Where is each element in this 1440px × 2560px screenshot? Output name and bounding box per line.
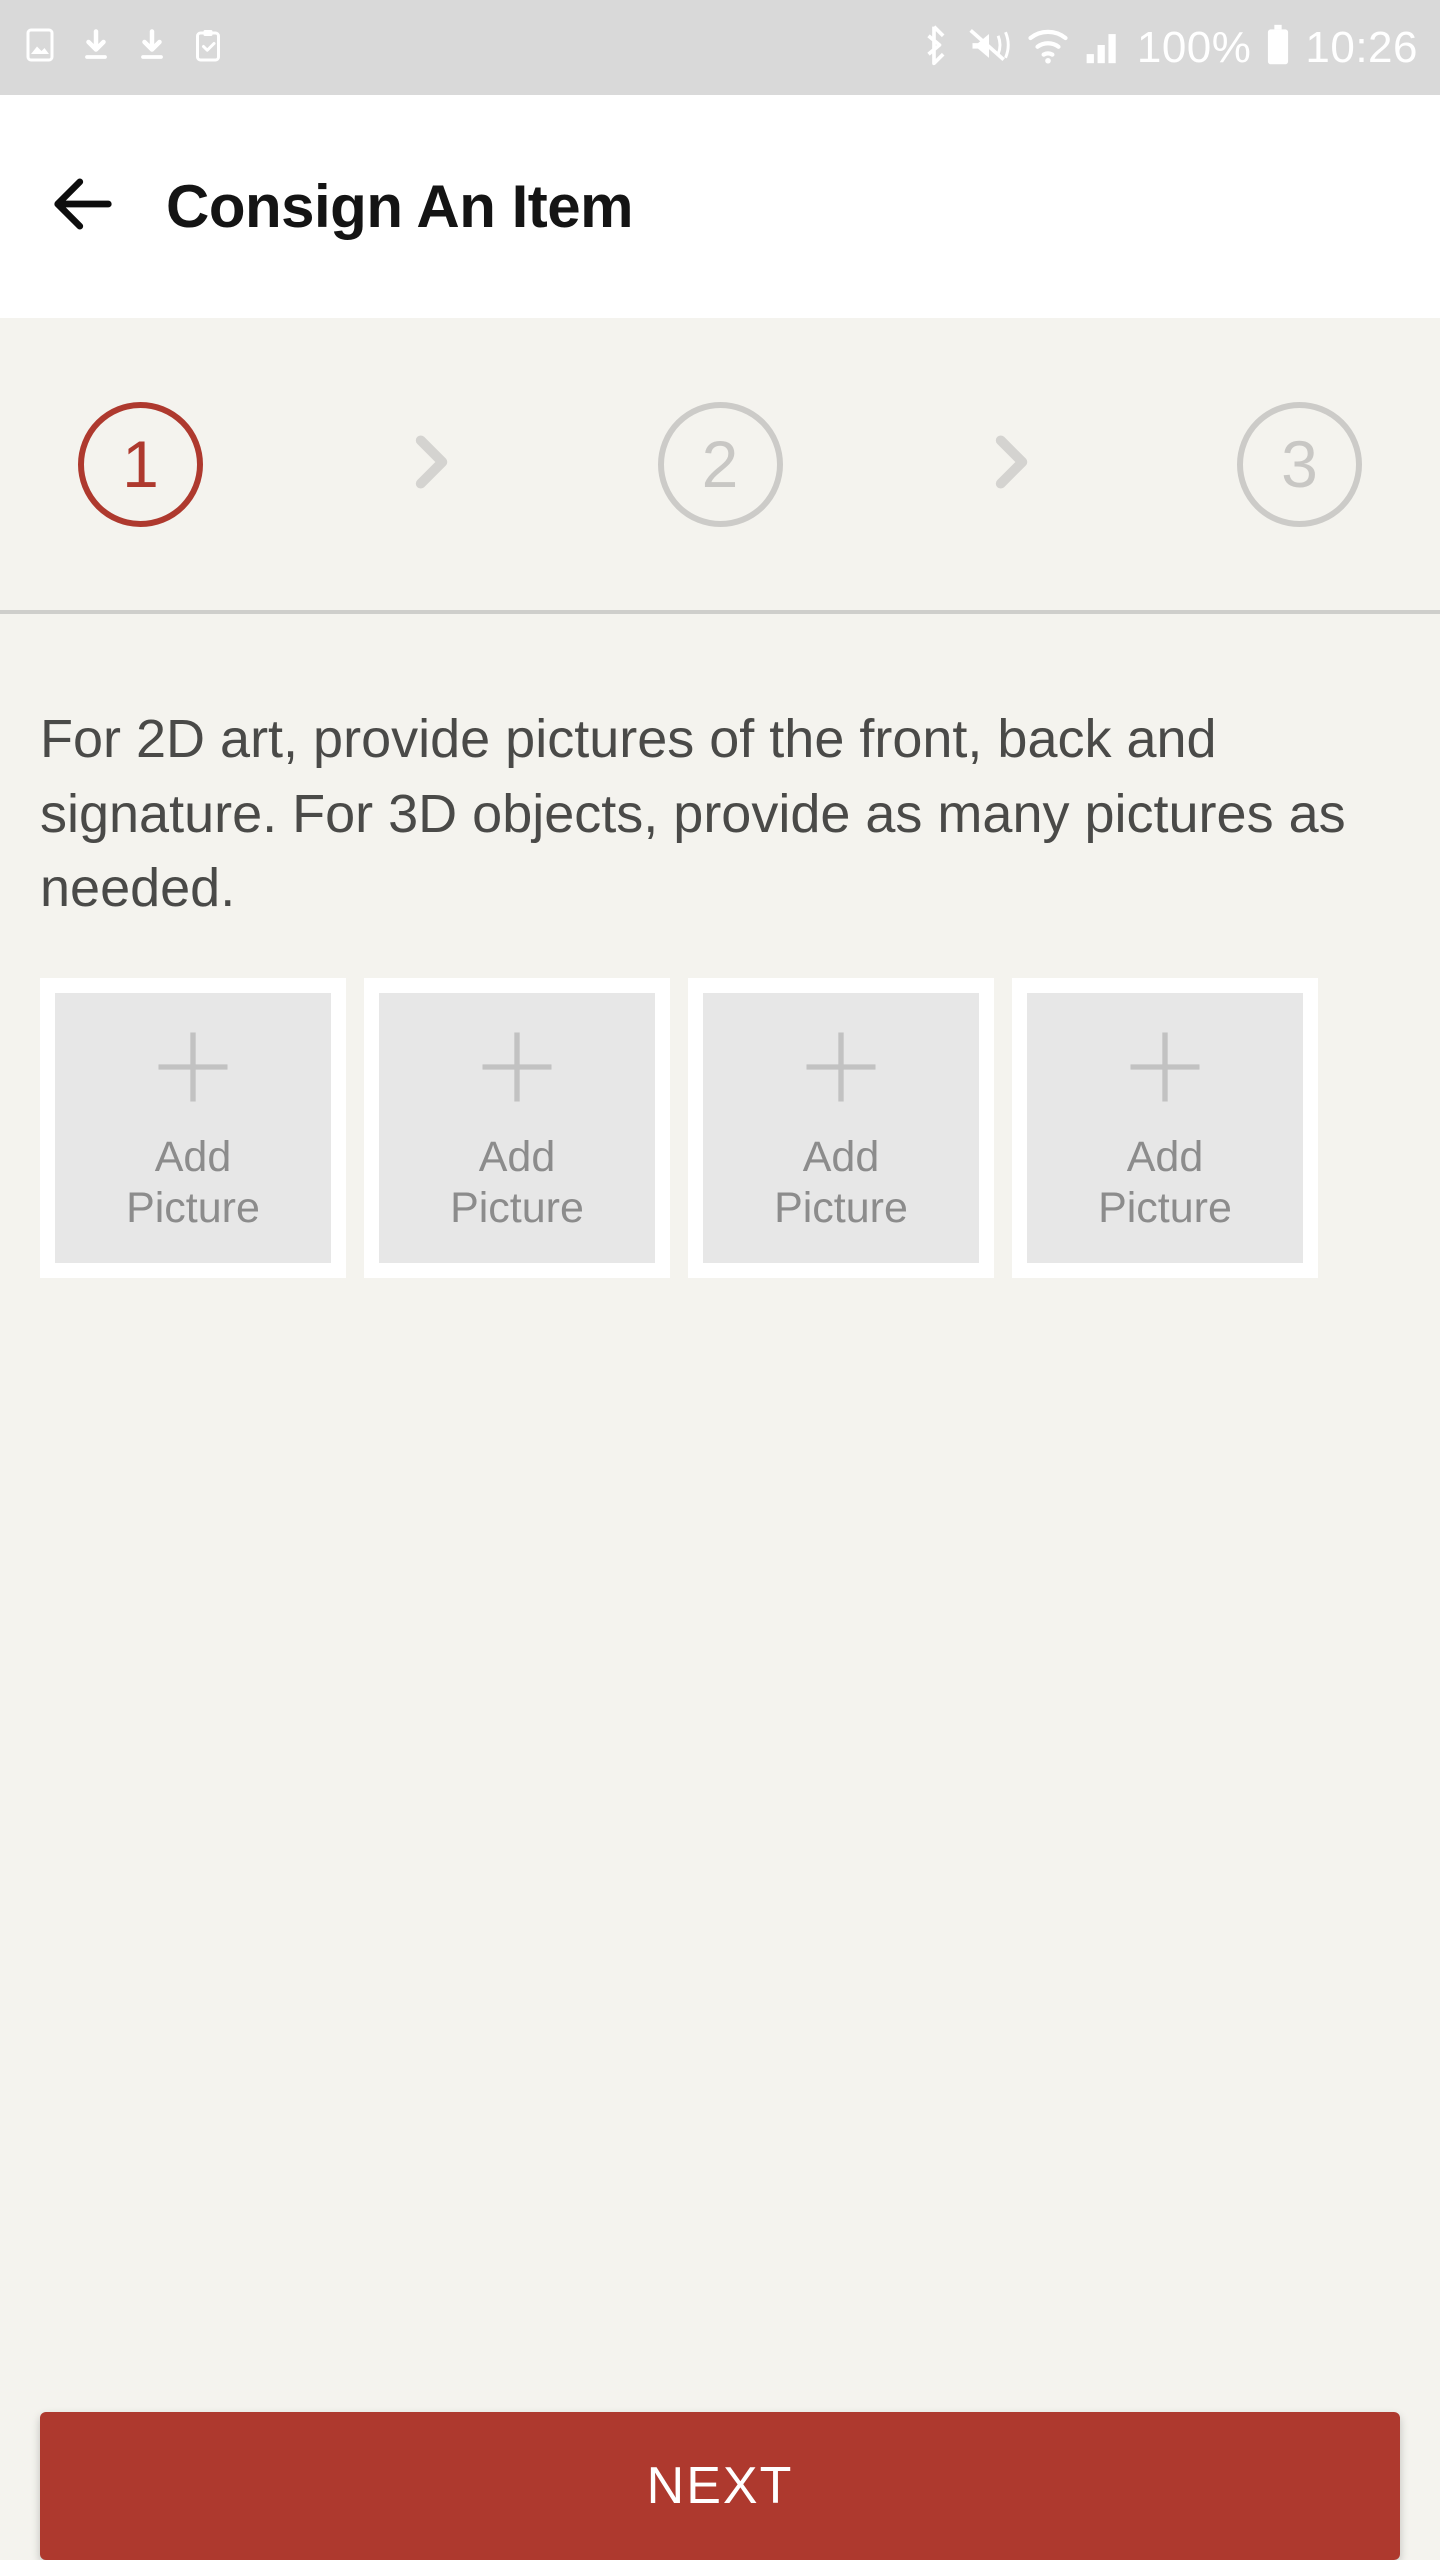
add-picture-label: Add Picture [450, 1132, 584, 1233]
image-icon [22, 27, 58, 68]
clock-label: 10:26 [1305, 22, 1418, 72]
add-picture-tile-3[interactable]: Add Picture [688, 977, 994, 1278]
add-picture-label-line2: Picture [1098, 1184, 1232, 1233]
add-picture-tile-inner: Add Picture [1027, 992, 1303, 1263]
add-picture-label-line2: Picture [774, 1184, 908, 1233]
add-picture-label-line1: Add [1126, 1133, 1204, 1182]
main-content: For 2D art, provide pictures of the fron… [0, 614, 1440, 2412]
battery-percent-label: 100% [1136, 22, 1252, 72]
add-picture-label-line2: Picture [126, 1184, 260, 1233]
page-title: Consign An Item [166, 173, 633, 240]
add-picture-label-line1: Add [478, 1133, 556, 1182]
status-bar-right-icons: 100% 10:26 [917, 23, 1418, 72]
back-arrow-icon [45, 166, 121, 247]
add-picture-tile-2[interactable]: Add Picture [364, 977, 670, 1278]
signal-icon [1083, 25, 1123, 70]
step-indicator: 1 2 3 [0, 318, 1440, 614]
step-separator-1 [203, 425, 658, 504]
download-icon [78, 27, 114, 68]
add-picture-label-line2: Picture [450, 1184, 584, 1233]
plus-icon [471, 1021, 563, 1118]
plus-icon [147, 1021, 239, 1118]
add-picture-tiles: Add Picture Add Picture Add Picture Add … [40, 977, 1400, 1278]
plus-icon [1119, 1021, 1211, 1118]
chevron-right-icon [393, 425, 467, 504]
status-bar-left-icons [22, 27, 226, 68]
add-picture-tile-4[interactable]: Add Picture [1012, 977, 1318, 1278]
clipboard-check-icon [190, 27, 226, 68]
app-header: Consign An Item [0, 95, 1440, 318]
vibrate-mute-icon [965, 23, 1013, 72]
status-bar: 100% 10:26 [0, 0, 1440, 95]
step-2[interactable]: 2 [657, 401, 783, 527]
add-picture-label: Add Picture [1098, 1132, 1232, 1233]
chevron-right-icon [973, 425, 1047, 504]
plus-icon [795, 1021, 887, 1118]
add-picture-tile-inner: Add Picture [379, 992, 655, 1263]
wifi-icon [1027, 25, 1069, 70]
back-button[interactable] [40, 164, 126, 250]
add-picture-label: Add Picture [126, 1132, 260, 1233]
battery-icon [1265, 23, 1291, 72]
add-picture-label-line1: Add [802, 1133, 880, 1182]
add-picture-tile-1[interactable]: Add Picture [40, 977, 346, 1278]
footer-bar: NEXT [0, 2412, 1440, 2560]
step-1[interactable]: 1 [78, 401, 203, 527]
bluetooth-icon [917, 23, 951, 72]
instructions-text: For 2D art, provide pictures of the fron… [40, 709, 1346, 919]
add-picture-tile-inner: Add Picture [703, 992, 979, 1263]
add-picture-label: Add Picture [774, 1132, 908, 1233]
download-icon [134, 27, 170, 68]
step-separator-2 [783, 425, 1238, 504]
add-picture-tile-inner: Add Picture [55, 992, 331, 1263]
next-button[interactable]: NEXT [40, 2412, 1400, 2560]
step-3[interactable]: 3 [1237, 401, 1362, 527]
add-picture-label-line1: Add [154, 1133, 232, 1182]
